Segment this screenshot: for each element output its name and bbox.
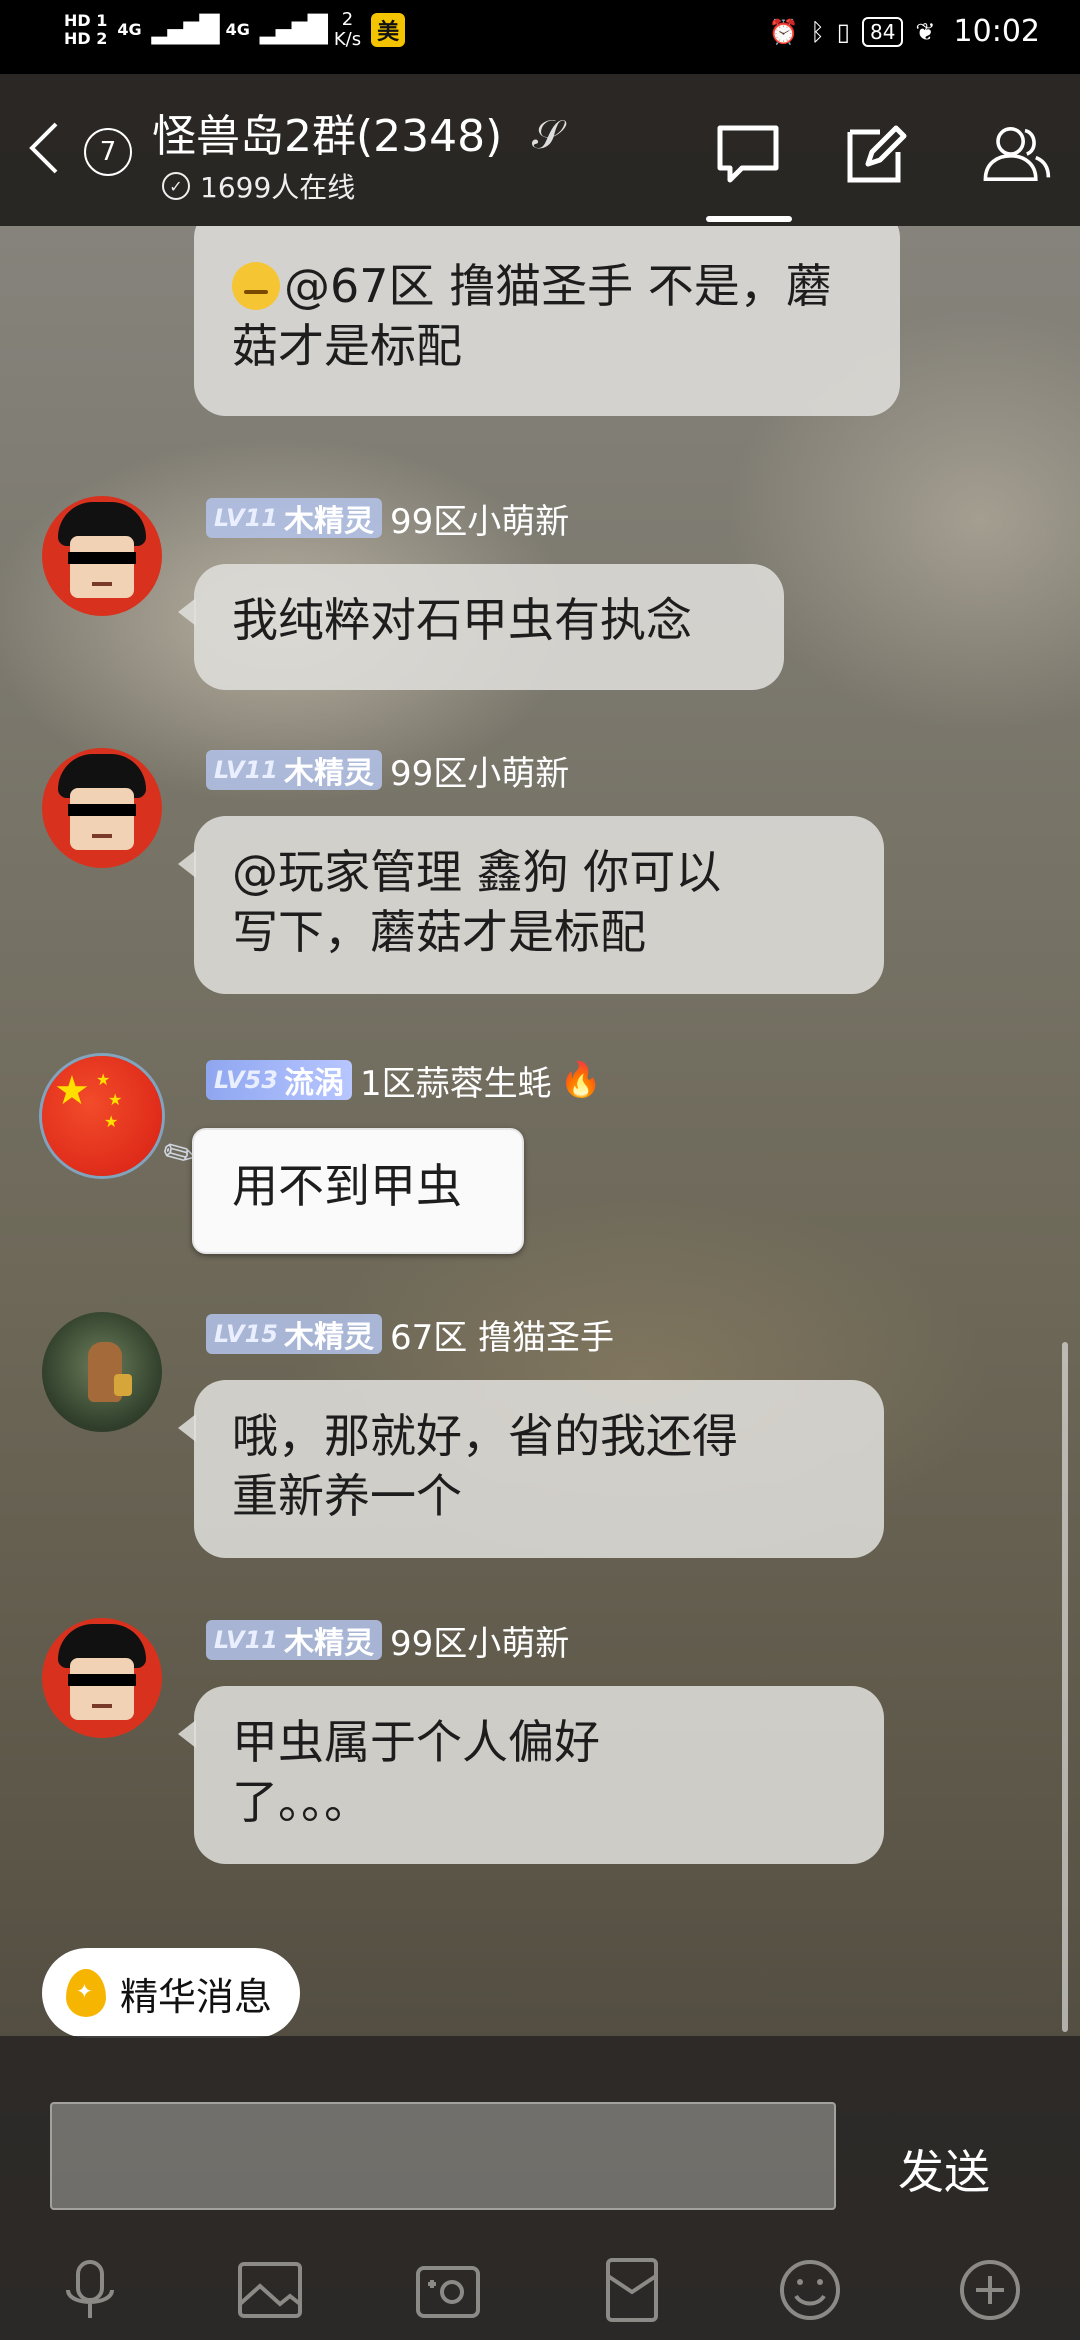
- scrollbar[interactable]: [1062, 1342, 1068, 2032]
- sender-name[interactable]: 1区蒜蓉生蚝: [360, 1056, 552, 1105]
- sender-name[interactable]: 67区 撸猫圣手: [390, 1310, 614, 1359]
- message-text: @67区 撸猫圣手 不是，蘑菇才是标配: [232, 259, 832, 373]
- signal-2-icon: ▂▄▆█: [259, 15, 328, 45]
- chevron-left-icon[interactable]: [24, 118, 64, 178]
- message-text-line: 重新养一个: [232, 1469, 462, 1523]
- sender-name[interactable]: 99区小萌新: [390, 746, 569, 795]
- level-badge: LV53 流涡: [206, 1060, 352, 1101]
- message-text-line: 哦，那就好，省的我还得: [232, 1409, 738, 1463]
- fire-icon: 🔥: [559, 1060, 602, 1100]
- sender-name[interactable]: 99区小萌新: [390, 1616, 569, 1665]
- status-bar: HD 1 HD 2 4G ▂▄▆█ 4G ▂▄▆█ 2 K/s 美 ⏰ ᛒ ▯ …: [0, 0, 1080, 74]
- avatar[interactable]: ★ ★ ★ ★: [42, 1056, 162, 1176]
- active-tab-indicator: [706, 216, 792, 222]
- message-text: 用不到甲虫: [232, 1159, 462, 1213]
- online-count: 1699人在线: [200, 171, 356, 204]
- message-bubble[interactable]: 我纯粹对石甲虫有执念: [178, 564, 784, 690]
- plus-icon[interactable]: [954, 2254, 1026, 2326]
- star-icon: ★: [104, 1112, 119, 1131]
- avatar[interactable]: [42, 496, 162, 616]
- level-badge: LV11 木精灵: [206, 750, 382, 791]
- level-number: LV53: [214, 1066, 278, 1094]
- level-number: LV11: [214, 1626, 278, 1654]
- alarm-icon: ⏰: [768, 17, 799, 46]
- level-title: 木精灵: [283, 1626, 374, 1661]
- avatar[interactable]: [42, 748, 162, 868]
- message-list[interactable]: @67区 撸猫圣手 不是，蘑菇才是标配 LV11 木精灵 99区小萌新 我纯粹对…: [0, 226, 1080, 2036]
- message-text-line: 了。。。: [232, 1775, 370, 1829]
- network-speed: 2 K/s: [334, 10, 361, 50]
- hd2-indicator: HD 2: [64, 29, 108, 48]
- level-badge: LV15 木精灵: [206, 1314, 382, 1355]
- level-number: LV11: [214, 756, 278, 784]
- sender-name[interactable]: 99区小萌新: [390, 494, 569, 543]
- sim-indicators: HD 1 HD 2: [64, 12, 107, 48]
- send-button[interactable]: 发送: [898, 2136, 990, 2202]
- speed-value: 2: [341, 9, 354, 30]
- check-circle-icon: ✓: [162, 172, 190, 200]
- avatar[interactable]: [42, 1312, 162, 1432]
- level-title: 流涡: [283, 1066, 344, 1101]
- speed-unit: K/s: [333, 29, 362, 50]
- level-number: LV11: [214, 504, 278, 532]
- level-badge: LV11 木精灵: [206, 498, 382, 539]
- camera-icon[interactable]: [412, 2254, 484, 2326]
- status-left: HD 1 HD 2 4G ▂▄▆█ 4G ▂▄▆█ 2 K/s 美: [64, 10, 406, 50]
- hd1-indicator: HD 1: [64, 11, 108, 30]
- sender-meta: LV11 木精灵 99区小萌新: [206, 494, 569, 543]
- online-status[interactable]: ✓ 1699人在线: [162, 166, 355, 206]
- sender-meta: LV11 木精灵 99区小萌新: [206, 746, 569, 795]
- level-title: 木精灵: [283, 756, 374, 791]
- chat-bubble-icon[interactable]: [712, 118, 784, 190]
- message-bubble[interactable]: @67区 撸猫圣手 不是，蘑菇才是标配: [194, 226, 900, 416]
- star-icon: ★: [96, 1070, 111, 1089]
- edit-icon[interactable]: [840, 118, 912, 190]
- network-1-label: 4G: [117, 20, 142, 39]
- message-text-line: @玩家管理 鑫狗 你可以: [232, 845, 722, 899]
- message-text-line: 写下，蘑菇才是标配: [232, 905, 646, 959]
- emoji-icon: [232, 262, 280, 310]
- avatar[interactable]: [42, 1618, 162, 1738]
- red-packet-icon[interactable]: [596, 2254, 668, 2326]
- ear-icon[interactable]: 𝒮: [532, 112, 563, 158]
- message-text-line: 甲虫属于个人偏好: [232, 1715, 600, 1769]
- microphone-icon[interactable]: [54, 2254, 126, 2326]
- star-icon: ★: [108, 1090, 123, 1109]
- unread-count-badge[interactable]: 7: [84, 128, 132, 176]
- essence-label: 精华消息: [120, 1974, 273, 2019]
- group-members-icon[interactable]: [980, 118, 1052, 190]
- emoji-icon[interactable]: [774, 2254, 846, 2326]
- vibrate-icon: ▯: [836, 17, 850, 46]
- message-text: 我纯粹对石甲虫有执念: [232, 593, 692, 647]
- level-number: LV15: [214, 1320, 278, 1348]
- bluetooth-icon: ᛒ: [810, 17, 825, 46]
- message-bubble[interactable]: 用不到甲虫: [192, 1128, 524, 1254]
- sender-meta: LV11 木精灵 99区小萌新: [206, 1616, 569, 1665]
- level-title: 木精灵: [283, 1320, 374, 1355]
- essence-icon: [66, 1969, 106, 2017]
- leaf-icon: ❦: [915, 17, 936, 46]
- star-icon: ★: [54, 1068, 90, 1114]
- signal-1-icon: ▂▄▆█: [151, 15, 220, 45]
- toolbar: [0, 2246, 1080, 2336]
- carrier-badge: 美: [371, 13, 406, 47]
- network-2-label: 4G: [225, 20, 250, 39]
- status-right: ⏰ ᛒ ▯ 84 ❦ 10:02: [768, 14, 1040, 49]
- input-bar: 发送: [0, 2036, 1080, 2340]
- group-title[interactable]: 怪兽岛2群(2348): [152, 100, 502, 164]
- level-title: 木精灵: [283, 504, 374, 539]
- battery-level: 84: [861, 16, 904, 47]
- message-input[interactable]: [50, 2102, 836, 2210]
- level-badge: LV11 木精灵: [206, 1620, 382, 1661]
- sender-meta: LV15 木精灵 67区 撸猫圣手: [206, 1310, 614, 1359]
- image-icon[interactable]: [234, 2254, 306, 2326]
- message-bubble[interactable]: 甲虫属于个人偏好 了。。。: [178, 1686, 884, 1864]
- chat-header: 7 怪兽岛2群(2348) 𝒮 ✓ 1699人在线: [0, 74, 1080, 226]
- clock: 10:02: [953, 14, 1040, 49]
- message-bubble[interactable]: 哦，那就好，省的我还得 重新养一个: [178, 1380, 884, 1558]
- message-bubble[interactable]: @玩家管理 鑫狗 你可以 写下，蘑菇才是标配: [178, 816, 884, 994]
- sender-meta: LV53 流涡 1区蒜蓉生蚝 🔥: [206, 1056, 602, 1105]
- essence-messages-button[interactable]: 精华消息: [42, 1948, 301, 2038]
